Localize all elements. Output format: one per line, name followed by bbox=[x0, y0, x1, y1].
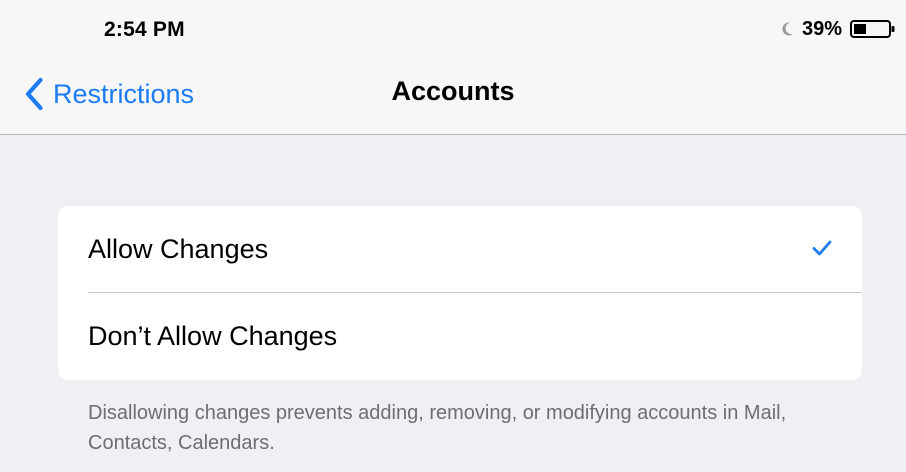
options-list: Allow Changes Don’t Allow Changes bbox=[58, 206, 862, 380]
status-time: 2:54 PM bbox=[104, 18, 185, 41]
dont-allow-changes-label: Don’t Allow Changes bbox=[88, 321, 338, 351]
moon-icon bbox=[782, 21, 794, 37]
dont-allow-changes-option[interactable]: Don’t Allow Changes bbox=[58, 293, 862, 379]
footer-note: Disallowing changes prevents adding, rem… bbox=[88, 402, 787, 454]
checkmark-icon bbox=[812, 240, 832, 256]
page-title: Accounts bbox=[391, 76, 515, 106]
navigation-bar: Restrictions Accounts bbox=[0, 58, 906, 135]
status-indicators: 39% bbox=[782, 16, 896, 42]
allow-changes-label: Allow Changes bbox=[88, 234, 269, 264]
allow-changes-option[interactable]: Allow Changes bbox=[58, 206, 862, 292]
status-bar: 2:54 PM 39% bbox=[0, 0, 906, 58]
battery-icon bbox=[850, 19, 896, 39]
battery-percent: 39% bbox=[801, 17, 842, 40]
